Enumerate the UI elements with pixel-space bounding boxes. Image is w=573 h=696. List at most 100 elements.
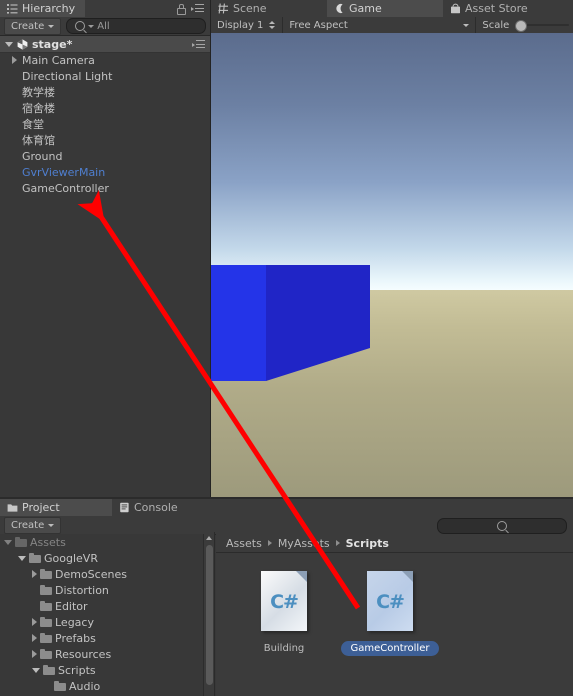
expand-triangle-icon[interactable] bbox=[32, 667, 40, 673]
folder-icon bbox=[40, 569, 52, 579]
project-folder-editor[interactable]: Editor bbox=[0, 598, 205, 614]
scrollbar-thumb[interactable] bbox=[205, 545, 213, 685]
scroll-up-arrow-icon[interactable] bbox=[206, 536, 212, 540]
breadcrumb[interactable]: Assets MyAssets Scripts bbox=[216, 534, 573, 553]
tab-project[interactable]: Project bbox=[0, 499, 112, 517]
hierarchy-item-体育馆[interactable]: 体育馆 bbox=[0, 132, 210, 148]
project-folder-label: DemoScenes bbox=[55, 567, 127, 581]
project-folder-label: Resources bbox=[55, 647, 112, 661]
hierarchy-item-gamecontroller[interactable]: GameController bbox=[0, 180, 210, 196]
game-view-panel: Scene Game Asset Store Display 1 Free Aspe… bbox=[211, 0, 573, 497]
scale-slider-knob[interactable] bbox=[515, 20, 528, 32]
display-dropdown-label: Display 1 bbox=[217, 19, 264, 31]
hierarchy-item-宿舍楼[interactable]: 宿舍楼 bbox=[0, 100, 210, 116]
game-render-area[interactable] bbox=[211, 33, 573, 497]
tab-hierarchy-label: Hierarchy bbox=[22, 2, 76, 15]
project-folder-assets[interactable]: Assets bbox=[0, 534, 205, 550]
folder-icon bbox=[40, 617, 52, 627]
breadcrumb-item[interactable]: Assets bbox=[226, 537, 262, 550]
expand-triangle-icon[interactable] bbox=[4, 539, 12, 545]
project-create-button[interactable]: Create bbox=[4, 516, 62, 534]
asset-item[interactable]: C# Building bbox=[252, 571, 316, 696]
project-folder-tree[interactable]: Assets GoogleVR DemoScenes Distortion Editor… bbox=[0, 534, 205, 696]
hierarchy-item-教学楼[interactable]: 教学楼 bbox=[0, 84, 210, 100]
tab-label: Console bbox=[134, 501, 178, 514]
page-fold-corner bbox=[402, 571, 413, 582]
game-view-toolbar: Display 1 Free Aspect Scale bbox=[211, 17, 573, 34]
breadcrumb-item[interactable]: Scripts bbox=[346, 537, 389, 550]
hierarchy-search-value: All bbox=[97, 20, 110, 32]
panel-menu-icon[interactable] bbox=[191, 4, 204, 13]
scene-collapse-triangle-icon[interactable] bbox=[5, 41, 13, 47]
project-folder-demoscenes[interactable]: DemoScenes bbox=[0, 566, 205, 582]
asset-item[interactable]: C# GameController bbox=[340, 571, 440, 696]
tab-hierarchy[interactable]: Hierarchy bbox=[0, 0, 86, 18]
folder-icon bbox=[54, 681, 66, 691]
breadcrumb-separator-icon bbox=[335, 540, 340, 546]
project-folder-audio[interactable]: Audio bbox=[0, 678, 205, 694]
tab-asset-store[interactable]: Asset Store bbox=[443, 0, 559, 17]
hierarchy-item-label: GameController bbox=[22, 181, 109, 195]
tab-scene[interactable]: Scene bbox=[211, 0, 327, 17]
search-icon bbox=[497, 521, 507, 531]
project-inner-splitter[interactable] bbox=[214, 532, 215, 696]
scene-context-menu-icon[interactable] bbox=[192, 39, 205, 49]
project-folder-scripts[interactable]: Scripts bbox=[0, 662, 205, 678]
folder-icon bbox=[40, 649, 52, 659]
grid-icon bbox=[218, 3, 229, 14]
hierarchy-item-食堂[interactable]: 食堂 bbox=[0, 116, 210, 132]
project-folder-label: Editor bbox=[55, 599, 88, 613]
create-button[interactable]: Create bbox=[4, 17, 62, 35]
aspect-dropdown-label: Free Aspect bbox=[289, 19, 348, 31]
project-folder-resources[interactable]: Resources bbox=[0, 646, 205, 662]
lock-icon[interactable] bbox=[176, 3, 186, 15]
hierarchy-search-input[interactable]: All bbox=[66, 18, 206, 34]
csharp-script-icon[interactable]: C# bbox=[367, 571, 413, 631]
display-dropdown[interactable]: Display 1 bbox=[211, 17, 284, 33]
tab-label: Scene bbox=[233, 2, 267, 15]
project-folder-legacy[interactable]: Legacy bbox=[0, 614, 205, 630]
search-filter-chevron-icon[interactable] bbox=[88, 24, 95, 28]
project-folder-googlevr[interactable]: GoogleVR bbox=[0, 550, 205, 566]
tab-game[interactable]: Game bbox=[327, 0, 443, 18]
expand-triangle-icon[interactable] bbox=[32, 618, 37, 626]
aspect-dropdown[interactable]: Free Aspect bbox=[283, 17, 477, 33]
project-search-input[interactable] bbox=[437, 518, 567, 534]
folder-icon bbox=[15, 537, 27, 547]
expand-triangle-icon[interactable] bbox=[18, 555, 26, 561]
project-panel: Project Console Create Assets GoogleVR Demo… bbox=[0, 499, 573, 696]
project-asset-browser: Assets MyAssets Scripts C# Building C# GameCo… bbox=[216, 534, 573, 696]
hierarchy-item-gvrviewermain[interactable]: GvrViewerMain bbox=[0, 164, 210, 180]
scale-slider[interactable]: Scale bbox=[476, 17, 573, 33]
expand-triangle-icon[interactable] bbox=[32, 650, 37, 658]
csharp-glyph: C# bbox=[376, 591, 405, 613]
tab-console[interactable]: Console bbox=[112, 499, 224, 516]
hierarchy-scene-row[interactable]: stage* bbox=[0, 36, 210, 53]
scale-slider-track[interactable] bbox=[515, 20, 569, 32]
hierarchy-item-ground[interactable]: Ground bbox=[0, 148, 210, 164]
csharp-script-icon[interactable]: C# bbox=[261, 571, 307, 631]
hierarchy-item-directional-light[interactable]: Directional Light bbox=[0, 68, 210, 84]
expand-triangle-icon[interactable] bbox=[32, 634, 37, 642]
project-folder-distortion[interactable]: Distortion bbox=[0, 582, 205, 598]
project-tree-scrollbar[interactable] bbox=[203, 534, 214, 696]
expand-triangle-icon[interactable] bbox=[32, 570, 37, 578]
project-folder-prefabs[interactable]: Prefabs bbox=[0, 630, 205, 646]
breadcrumb-item[interactable]: MyAssets bbox=[278, 537, 330, 550]
hierarchy-item-label: Directional Light bbox=[22, 69, 113, 83]
expand-triangle-icon[interactable] bbox=[12, 56, 17, 64]
search-icon bbox=[75, 21, 86, 31]
folder-icon bbox=[29, 553, 41, 563]
project-create-button-label: Create bbox=[11, 519, 45, 531]
asset-grid[interactable]: C# Building C# GameController bbox=[216, 553, 573, 696]
hierarchy-item-label: 教学楼 bbox=[22, 86, 55, 99]
hierarchy-item-main-camera[interactable]: Main Camera bbox=[0, 52, 210, 68]
hierarchy-object-list[interactable]: Main Camera Directional Light 教学楼 宿舍楼 食堂 体育馆 G… bbox=[0, 52, 210, 497]
